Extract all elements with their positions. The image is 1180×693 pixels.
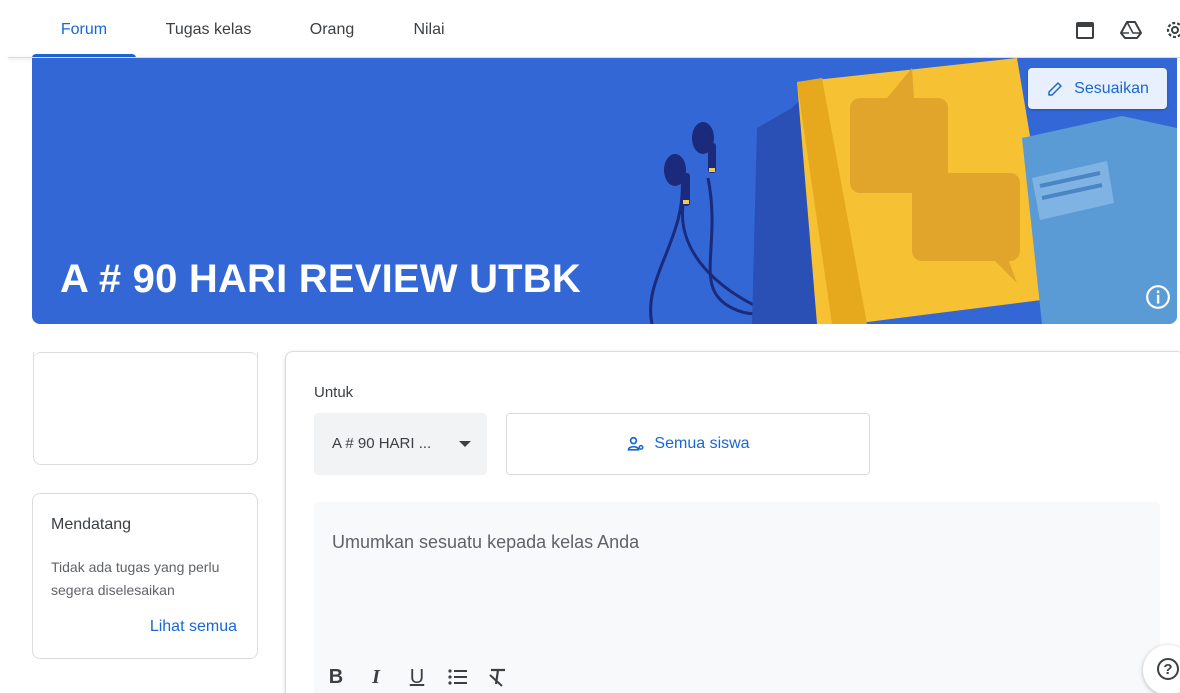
- tab-people-label: Orang: [309, 21, 355, 38]
- pencil-icon: [1048, 81, 1062, 96]
- settings-icon[interactable]: [1163, 18, 1180, 42]
- calendar-icon[interactable]: [1073, 18, 1097, 42]
- class-code-card: [33, 352, 258, 465]
- tab-classwork[interactable]: Tugas kelas: [152, 0, 265, 58]
- class-select[interactable]: A # 90 HARI ...: [314, 413, 487, 475]
- underline-label: U: [409, 665, 425, 688]
- view-all-link[interactable]: Lihat semua: [150, 618, 237, 636]
- students-select-button[interactable]: Semua siswa: [506, 413, 870, 475]
- upcoming-title: Mendatang: [51, 516, 132, 533]
- help-icon: ?: [1157, 658, 1179, 680]
- customize-label: Sesuaikan: [1074, 79, 1149, 97]
- italic-label: I: [372, 665, 380, 688]
- class-select-value: A # 90 HARI ...: [332, 435, 432, 452]
- info-icon[interactable]: [1145, 284, 1171, 310]
- tab-forum[interactable]: Forum: [32, 0, 136, 58]
- class-banner: A # 90 HARI REVIEW UTBK Sesuaikan: [32, 58, 1177, 324]
- bulleted-list-icon[interactable]: [446, 664, 470, 690]
- tab-grades-label: Nilai: [413, 21, 445, 38]
- drive-icon[interactable]: [1119, 18, 1143, 42]
- bold-label: B: [328, 665, 344, 688]
- upcoming-card: Mendatang Tidak ada tugas yang perlu seg…: [32, 493, 258, 659]
- top-nav: Forum Tugas kelas Orang Nilai: [0, 0, 1180, 58]
- customize-button[interactable]: Sesuaikan: [1028, 68, 1167, 109]
- announcement-placeholder: Umumkan sesuatu kepada kelas Anda: [332, 532, 640, 552]
- upcoming-empty-text: Tidak ada tugas yang perlu segera disele…: [51, 559, 220, 598]
- help-button[interactable]: ?: [1143, 645, 1180, 693]
- announcement-input[interactable]: Umumkan sesuatu kepada kelas Anda B I U: [314, 502, 1160, 693]
- bold-button[interactable]: B: [326, 664, 346, 690]
- tab-people[interactable]: Orang: [296, 0, 368, 58]
- dropdown-arrow-icon: [459, 441, 471, 447]
- students-select-label: Semua siswa: [654, 435, 750, 452]
- clear-format-icon[interactable]: [486, 664, 510, 690]
- tab-grades[interactable]: Nilai: [400, 0, 458, 58]
- tab-forum-label: Forum: [60, 21, 108, 38]
- announcement-composer: Untuk A # 90 HARI ... Semua siswa Umumka…: [285, 351, 1180, 693]
- underline-button[interactable]: U: [406, 664, 428, 690]
- people-settings-icon: [628, 436, 644, 451]
- italic-button[interactable]: I: [366, 664, 386, 690]
- for-label: Untuk: [314, 384, 354, 401]
- tab-classwork-label: Tugas kelas: [165, 21, 252, 38]
- class-title: A # 90 HARI REVIEW UTBK: [60, 257, 581, 301]
